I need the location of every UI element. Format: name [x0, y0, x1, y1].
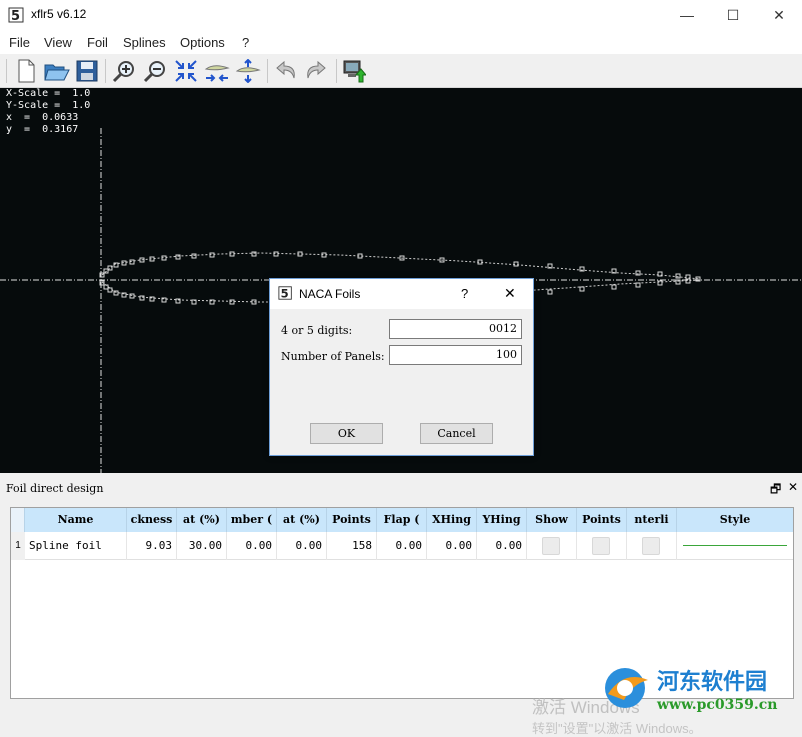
- foil-design-dock-header: Foil direct design 🗗 ✕: [0, 478, 802, 498]
- window-title: xflr5 v6.12: [31, 7, 87, 21]
- cell-style[interactable]: [677, 532, 793, 560]
- menu-splines[interactable]: Splines: [123, 35, 166, 50]
- show-points-checkbox[interactable]: [592, 537, 610, 555]
- header-name[interactable]: Name: [25, 508, 127, 532]
- header-camber-at[interactable]: at (%): [277, 508, 327, 532]
- header-centerline[interactable]: nterli: [627, 508, 677, 532]
- svg-text:5: 5: [11, 9, 20, 24]
- digits-label: 4 or 5 digits:: [281, 324, 353, 337]
- cell-flap[interactable]: 0.00: [377, 532, 427, 560]
- dialog-help-button[interactable]: ?: [461, 286, 468, 301]
- site-logo-icon: [605, 668, 648, 708]
- zoom-in-icon[interactable]: [110, 57, 138, 85]
- xflr5-dialog-icon: 5: [278, 286, 292, 300]
- svg-text:5: 5: [281, 286, 289, 300]
- site-brand-name: 河东软件园: [657, 670, 768, 695]
- menu-view[interactable]: View: [44, 35, 72, 50]
- minimize-button[interactable]: —: [664, 0, 710, 30]
- cell-centerline: [627, 532, 677, 560]
- style-line-swatch: [683, 545, 787, 546]
- xflr5-app-icon: 5: [8, 7, 24, 24]
- row-number[interactable]: 1: [11, 532, 25, 560]
- menu-bar: File View Foil Splines Options ?: [0, 30, 802, 54]
- header-yhinge[interactable]: YHing: [477, 508, 527, 532]
- cell-show-points: [577, 532, 627, 560]
- table-row[interactable]: Spline foil 9.03 30.00 0.00 0.00 158 0.0…: [25, 532, 793, 560]
- toolbar-separator: [336, 59, 337, 83]
- header-style[interactable]: Style: [677, 508, 793, 532]
- toolbar: [0, 54, 802, 88]
- title-bar: 5 xflr5 v6.12 — ☐ ✕: [0, 0, 802, 30]
- toolbar-separator: [105, 59, 106, 83]
- cell-show: [527, 532, 577, 560]
- menu-options[interactable]: Options: [180, 35, 225, 50]
- cancel-button[interactable]: Cancel: [420, 423, 493, 444]
- cell-camber[interactable]: 0.00: [227, 532, 277, 560]
- header-show-points[interactable]: Points: [577, 508, 627, 532]
- dialog-title: NACA Foils: [299, 287, 361, 301]
- site-brand-url: www.pc0359.cn: [657, 697, 778, 713]
- header-show[interactable]: Show: [527, 508, 577, 532]
- undo-icon[interactable]: [272, 57, 300, 85]
- reset-x-scale-icon[interactable]: [203, 57, 231, 85]
- activation-hint: 转到"设置"以激活 Windows。: [532, 721, 702, 736]
- restore-dock-icon[interactable]: 🗗: [770, 480, 781, 501]
- header-flap[interactable]: Flap (: [377, 508, 427, 532]
- digits-input[interactable]: 0012: [389, 319, 522, 339]
- close-button[interactable]: ✕: [756, 0, 802, 30]
- table-header: Name ckness at (%) mber ( at (%) Points …: [11, 508, 793, 532]
- cell-name[interactable]: Spline foil: [25, 532, 127, 560]
- header-thickness[interactable]: ckness: [127, 508, 177, 532]
- dock-title: Foil direct design: [6, 482, 104, 495]
- dialog-title-bar: 5 NACA Foils ? ✕: [270, 279, 533, 309]
- menu-foil[interactable]: Foil: [87, 35, 108, 50]
- new-document-icon[interactable]: [12, 57, 40, 85]
- export-image-icon[interactable]: [340, 57, 368, 85]
- cell-xhinge[interactable]: 0.00: [427, 532, 477, 560]
- cell-yhinge[interactable]: 0.00: [477, 532, 527, 560]
- cell-points[interactable]: 158: [327, 532, 377, 560]
- centerline-checkbox[interactable]: [642, 537, 660, 555]
- show-checkbox[interactable]: [542, 537, 560, 555]
- open-folder-icon[interactable]: [43, 57, 71, 85]
- panels-label: Number of Panels:: [281, 350, 385, 363]
- save-icon[interactable]: [73, 57, 101, 85]
- reset-scale-icon[interactable]: [172, 57, 200, 85]
- menu-help[interactable]: ?: [242, 35, 249, 50]
- naca-foils-dialog: 5 NACA Foils ? ✕ 4 or 5 digits: 0012 Num…: [269, 278, 534, 456]
- toolbar-separator: [6, 59, 7, 83]
- header-points[interactable]: Points: [327, 508, 377, 532]
- header-thickness-at[interactable]: at (%): [177, 508, 227, 532]
- header-xhinge[interactable]: XHing: [427, 508, 477, 532]
- maximize-button[interactable]: ☐: [710, 0, 756, 30]
- dialog-close-button[interactable]: ✕: [504, 285, 516, 302]
- reset-y-scale-icon[interactable]: [234, 57, 262, 85]
- cell-camber-at[interactable]: 0.00: [277, 532, 327, 560]
- toolbar-separator: [267, 59, 268, 83]
- close-dock-icon[interactable]: ✕: [788, 480, 798, 494]
- header-corner: [11, 508, 25, 532]
- cell-thickness[interactable]: 9.03: [127, 532, 177, 560]
- ok-button[interactable]: OK: [310, 423, 383, 444]
- menu-file[interactable]: File: [9, 35, 30, 50]
- header-camber[interactable]: mber (: [227, 508, 277, 532]
- cell-thickness-at[interactable]: 30.00: [177, 532, 227, 560]
- zoom-out-icon[interactable]: [141, 57, 169, 85]
- panels-input[interactable]: 100: [389, 345, 522, 365]
- redo-icon[interactable]: [302, 57, 330, 85]
